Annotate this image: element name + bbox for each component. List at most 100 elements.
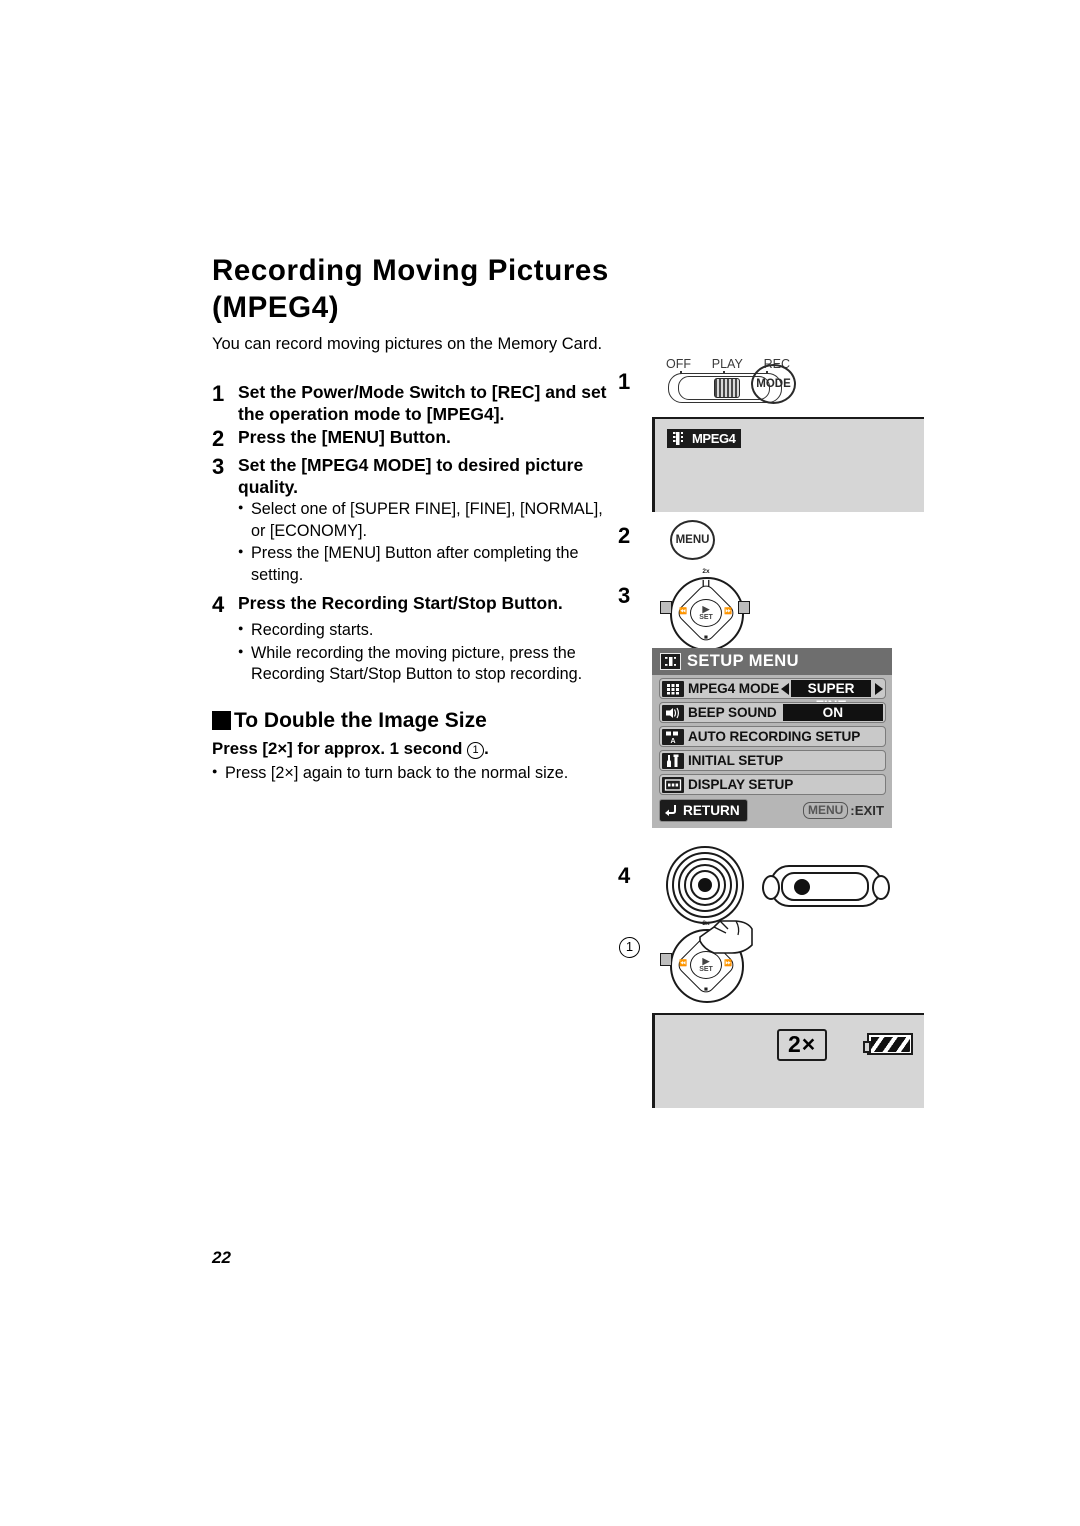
bullet-item: Recording starts. bbox=[238, 620, 612, 642]
zoom-indicator: 2× bbox=[777, 1029, 828, 1062]
setup-menu-panel: SETUP MENU MPEG4 MODE SUPER FINE bbox=[652, 648, 892, 828]
press-prefix: Press [2 bbox=[212, 738, 278, 758]
page-title-line2: (MPEG4) bbox=[212, 291, 340, 325]
step-number: 3 bbox=[212, 454, 225, 480]
battery-icon bbox=[863, 1033, 913, 1055]
menu-exit-hint: MENU :EXIT bbox=[802, 801, 884, 819]
section-bullets: Press [2×] again to turn back to the nor… bbox=[212, 763, 612, 785]
multiply-symbol: × bbox=[277, 738, 288, 758]
control-dial[interactable]: 2x ❙❙ ▶ SET ⏪ ⏩ ■ bbox=[660, 568, 750, 651]
control-dial-pressing[interactable]: 2x ▶ SET ⏪ ⏩ ■ bbox=[660, 920, 753, 1003]
tools-icon bbox=[662, 752, 684, 769]
dial-play-icon: ▶ bbox=[702, 604, 710, 614]
recording-button-side-view[interactable] bbox=[762, 865, 890, 907]
svg-text:A: A bbox=[670, 738, 675, 745]
callout-circle-1: 1 bbox=[467, 741, 485, 759]
quality-grid-icon bbox=[662, 680, 684, 697]
step-text: Set the Power/Mode Switch to [REC] and s… bbox=[238, 382, 607, 425]
bullet-item: Press the [MENU] Button after completing… bbox=[238, 543, 612, 586]
auto-camera-icon: A bbox=[662, 728, 684, 745]
step-text: Press the [MENU] Button. bbox=[238, 427, 451, 448]
exit-label: :EXIT bbox=[850, 802, 884, 818]
menu-row-beep-sound[interactable]: BEEP SOUND ON bbox=[659, 702, 886, 723]
dial-side-tab-left bbox=[660, 953, 672, 966]
speaker-glyph bbox=[666, 707, 679, 718]
section-heading-text: To Double the Image Size bbox=[234, 708, 487, 732]
display-glyph bbox=[664, 778, 682, 791]
section-heading: To Double the Image Size bbox=[212, 710, 612, 731]
step-text: Press the Recording Start/Stop Button. bbox=[238, 593, 563, 614]
tools-glyph bbox=[667, 754, 679, 767]
menu-row-label: MPEG4 MODE bbox=[688, 681, 780, 696]
menu-row-label: INITIAL SETUP bbox=[688, 753, 784, 768]
menu-row-label: DISPLAY SETUP bbox=[688, 777, 794, 792]
auto-camera-glyph: A bbox=[666, 731, 678, 745]
illustration-step-number-1: 1 bbox=[618, 369, 631, 394]
dial-side-tab-left bbox=[660, 601, 672, 614]
menu-row-mpeg4-mode[interactable]: MPEG4 MODE SUPER FINE bbox=[659, 678, 886, 713]
menu-button[interactable]: MENU bbox=[670, 520, 715, 560]
step-text: Set the [MPEG4 MODE] to desired picture … bbox=[238, 455, 584, 498]
illustration-step-number-2: 2 bbox=[618, 523, 631, 548]
mpeg4-badge-text: MPEG4 bbox=[689, 429, 741, 448]
arrow-right-icon[interactable] bbox=[875, 682, 883, 695]
menu-row-label: BEEP SOUND bbox=[688, 705, 777, 720]
rec-center-dot bbox=[698, 878, 712, 892]
step-number: 4 bbox=[212, 592, 225, 618]
illustration-callout-1: 1 bbox=[619, 937, 640, 958]
menu-row-value: ON bbox=[782, 704, 883, 721]
dial-side-tab-right bbox=[738, 601, 750, 614]
switch-label-off: OFF bbox=[666, 357, 691, 371]
step-item: 4 Press the Recording Start/Stop Button. bbox=[212, 592, 612, 619]
lcd-screen-zoom: 2× bbox=[652, 1013, 924, 1108]
menu-row-value: SUPER FINE bbox=[791, 680, 871, 713]
mode-button[interactable]: MODE bbox=[751, 364, 796, 404]
quality-grid-glyph bbox=[667, 683, 679, 694]
bullet-item: While recording the moving picture, pres… bbox=[238, 643, 612, 686]
dial-label-rewind: ⏪ bbox=[678, 960, 688, 967]
step-number: 1 bbox=[212, 381, 225, 407]
switch-knob[interactable] bbox=[714, 378, 740, 398]
menu-row-auto-recording-setup[interactable]: A AUTO RECORDING SETUP bbox=[659, 726, 886, 747]
step-bullets: Recording starts. While recording the mo… bbox=[238, 620, 612, 686]
step-bullets: Select one of [SUPER FINE], [FINE], [NOR… bbox=[238, 499, 612, 586]
text-column: Recording Moving Pictures (MPEG4) You ca… bbox=[212, 252, 612, 785]
step-item: 3 Set the [MPEG4 MODE] to desired pictur… bbox=[212, 454, 612, 498]
step-item: 2 Press the [MENU] Button. bbox=[212, 426, 612, 453]
dial-label-stop: ■ bbox=[704, 634, 708, 641]
return-button[interactable]: RETURN bbox=[659, 798, 748, 822]
bullet-item: Press [2×] again to turn back to the nor… bbox=[212, 763, 612, 785]
press-mid: ] for approx. 1 second bbox=[287, 738, 468, 758]
arrow-left-icon[interactable] bbox=[781, 682, 790, 695]
dial-center-set[interactable]: ▶ SET bbox=[690, 599, 722, 627]
step-number: 2 bbox=[212, 426, 225, 452]
steps-list: 1 Set the Power/Mode Switch to [REC] and… bbox=[212, 381, 612, 686]
speaker-icon bbox=[662, 704, 684, 721]
menu-button-label: MENU bbox=[675, 534, 710, 546]
mode-button-label: MODE bbox=[756, 378, 791, 390]
display-icon bbox=[662, 776, 684, 793]
dial-label-stop: ■ bbox=[704, 986, 708, 993]
menu-row-display-setup[interactable]: DISPLAY SETUP bbox=[659, 774, 886, 795]
menu-row-label: AUTO RECORDING SETUP bbox=[688, 729, 861, 744]
dial-label-2x: 2x bbox=[702, 568, 710, 575]
menu-row-initial-setup[interactable]: INITIAL SETUP bbox=[659, 750, 886, 771]
rec-side-dot bbox=[794, 879, 810, 895]
illustration-step-number-3: 3 bbox=[618, 583, 631, 608]
battery-fill bbox=[870, 1036, 910, 1052]
illustration-step-number-4: 4 bbox=[618, 863, 631, 888]
square-bullet-icon bbox=[212, 710, 231, 730]
setup-menu-title-text: SETUP MENU bbox=[687, 652, 799, 670]
mpeg4-badge: MPEG4 bbox=[667, 429, 741, 448]
recording-start-stop-button[interactable] bbox=[666, 846, 744, 924]
bullet-item: Select one of [SUPER FINE], [FINE], [NOR… bbox=[238, 499, 612, 542]
exit-chip-label: MENU bbox=[802, 801, 849, 819]
page-number: 22 bbox=[212, 1248, 231, 1267]
dial-set-label: SET bbox=[699, 966, 713, 973]
step-item: 1 Set the Power/Mode Switch to [REC] and… bbox=[212, 381, 612, 425]
return-button-label: RETURN bbox=[683, 802, 740, 818]
intro-paragraph: You can record moving pictures on the Me… bbox=[212, 334, 603, 353]
lcd-screen-rec-mode: MPEG4 bbox=[652, 417, 924, 512]
page-title-line1: Recording Moving Pictures bbox=[212, 254, 609, 287]
return-arrow-icon bbox=[665, 805, 676, 816]
